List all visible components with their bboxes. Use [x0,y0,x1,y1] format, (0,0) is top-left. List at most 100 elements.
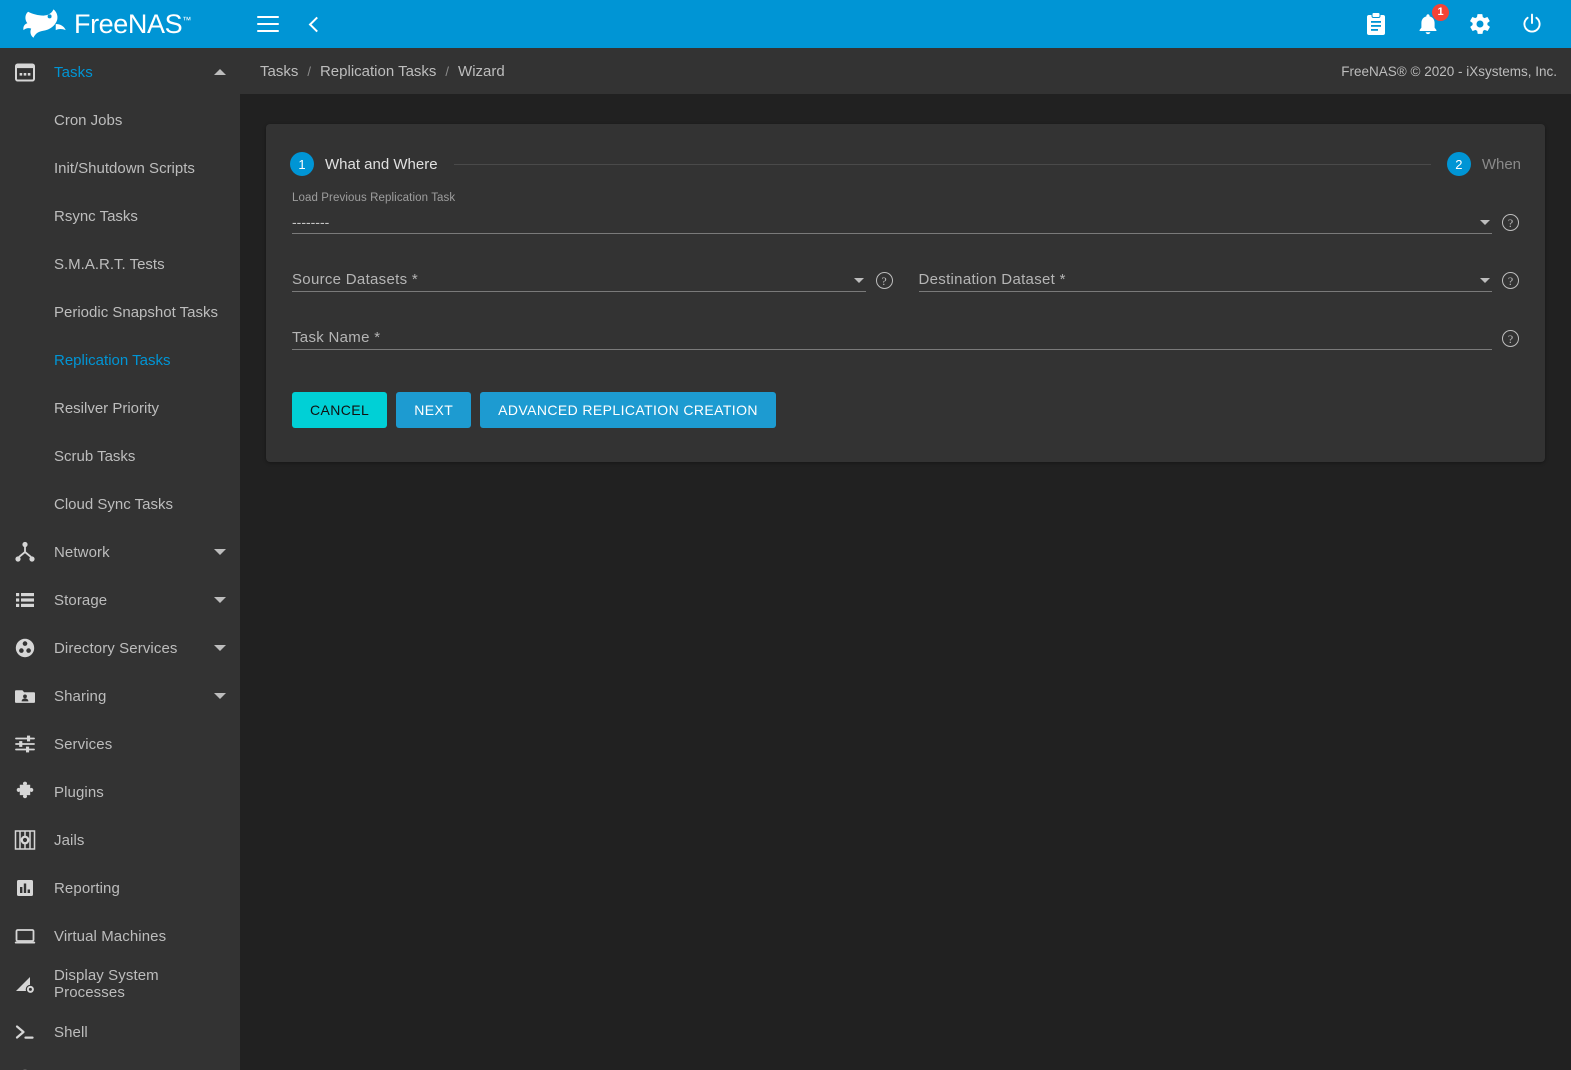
power-button[interactable] [1519,11,1545,37]
sidebar: Tasks Cron Jobs Init/Shutdown Scripts Rs… [0,48,240,1070]
power-icon [1520,12,1544,36]
field-source-datasets: Source Datasets * ? [292,250,893,292]
network-icon [10,537,40,567]
load-previous-select-value[interactable]: -------- [292,210,1492,234]
sidebar-item-label: Storage [54,592,214,609]
sidebar-item-label: Rsync Tasks [54,208,138,225]
help-icon[interactable]: ? [1502,272,1519,289]
breadcrumb-item-wizard: Wizard [458,63,505,80]
sidebar-item-cloud-sync-tasks[interactable]: Cloud Sync Tasks [0,480,240,528]
sidebar-item-resilver-priority[interactable]: Resilver Priority [0,384,240,432]
hamburger-menu-icon [257,16,279,32]
breadcrumb-separator: / [307,64,311,79]
clipboard-icon [1365,12,1387,36]
wizard-step-2[interactable]: 2 When [1447,152,1521,176]
sidebar-item-jails[interactable]: Jails [0,816,240,864]
sidebar-item-directory-services[interactable]: Directory Services [0,624,240,672]
field-line: -------- ? [292,210,1519,234]
sidebar-item-label: Virtual Machines [54,928,226,945]
step-label: What and Where [325,156,438,173]
breadcrumb-item-tasks[interactable]: Tasks [260,63,298,80]
sidebar-item-label: Directory Services [54,640,214,657]
sidebar-item-replication-tasks[interactable]: Replication Tasks [0,336,240,384]
advanced-replication-creation-button[interactable]: ADVANCED REPLICATION CREATION [480,392,776,428]
notification-badge: 1 [1432,4,1449,21]
wizard-step-1[interactable]: 1 What and Where [290,152,438,176]
chevron-down-icon[interactable] [1480,278,1490,283]
breadcrumb-item-replication-tasks[interactable]: Replication Tasks [320,63,436,80]
field-caption: Load Previous Replication Task [292,192,455,204]
wizard-card: 1 What and Where 2 When [266,124,1545,462]
sidebar-item-guide[interactable]: Guide [0,1056,240,1070]
sidebar-item-virtual-machines[interactable]: Virtual Machines [0,912,240,960]
chevron-down-icon [214,597,226,603]
wizard-form: Load Previous Replication Task -------- … [290,176,1521,428]
chevron-down-icon[interactable] [1480,220,1490,225]
display-system-processes-icon [10,969,40,999]
task-name-label[interactable]: Task Name * [292,326,1492,350]
sidebar-item-rsync-tasks[interactable]: Rsync Tasks [0,192,240,240]
brand-name: FreeNAS™ [74,11,191,38]
shell-icon [10,1017,40,1047]
chevron-left-icon [308,16,324,32]
notifications-button[interactable]: 1 [1415,11,1441,37]
next-button[interactable]: NEXT [396,392,471,428]
calendar-icon [10,57,40,87]
jobs-button[interactable] [1363,11,1389,37]
sidebar-item-label: Services [54,736,226,753]
task-name-input-wrap[interactable]: Task Name * [292,326,1492,350]
sidebar-item-network[interactable]: Network [0,528,240,576]
breadcrumb-separator: / [445,64,449,79]
sidebar-item-reporting[interactable]: Reporting [0,864,240,912]
help-icon[interactable]: ? [876,272,893,289]
sidebar-item-label: Scrub Tasks [54,448,135,465]
body-row: Tasks Cron Jobs Init/Shutdown Scripts Rs… [0,48,1571,1070]
destination-dataset-select-wrap[interactable]: Destination Dataset * [919,268,1493,292]
sidebar-collapse-button[interactable] [300,10,328,38]
sidebar-item-plugins[interactable]: Plugins [0,768,240,816]
sidebar-item-services[interactable]: Services [0,720,240,768]
source-datasets-select-wrap[interactable]: Source Datasets * [292,268,866,292]
sidebar-item-cron-jobs[interactable]: Cron Jobs [0,96,240,144]
sidebar-item-shell[interactable]: Shell [0,1008,240,1056]
gear-icon [1468,12,1492,36]
chevron-up-icon [214,69,226,75]
source-datasets-label[interactable]: Source Datasets * [292,268,866,292]
top-bar-left-controls [240,10,328,38]
sidebar-item-label: Plugins [54,784,226,801]
wizard-button-row: CANCEL NEXT ADVANCED REPLICATION CREATIO… [292,392,1519,428]
field-line: Task Name * ? [292,326,1519,350]
sidebar-item-periodic-snapshot-tasks[interactable]: Periodic Snapshot Tasks [0,288,240,336]
brand-logo-area[interactable]: FreeNAS™ [0,0,240,48]
breadcrumb-bar: Tasks / Replication Tasks / Wizard FreeN… [240,48,1571,94]
sidebar-item-display-system-processes[interactable]: Display System Processes [0,960,240,1008]
top-bar: FreeNAS™ [0,0,1571,48]
sidebar-item-label: Resilver Priority [54,400,159,417]
destination-dataset-label[interactable]: Destination Dataset * [919,268,1493,292]
form-row-datasets: Source Datasets * ? Destination Dataset [292,234,1519,292]
form-row-task-name: Task Name * ? [292,292,1519,350]
sidebar-item-storage[interactable]: Storage [0,576,240,624]
freenas-logo-icon [22,7,68,41]
menu-toggle-button[interactable] [254,10,282,38]
sidebar-item-scrub-tasks[interactable]: Scrub Tasks [0,432,240,480]
virtual-machines-icon [10,921,40,951]
help-icon[interactable]: ? [1502,214,1519,231]
settings-button[interactable] [1467,11,1493,37]
load-previous-select-wrap[interactable]: -------- [292,210,1492,234]
field-task-name: Task Name * ? [292,308,1519,350]
chevron-down-icon [214,549,226,555]
help-icon[interactable]: ? [1502,330,1519,347]
chevron-down-icon[interactable] [854,278,864,283]
sidebar-group-label-tasks: Tasks [54,64,214,81]
jails-icon [10,825,40,855]
sidebar-group-tasks[interactable]: Tasks [0,48,240,96]
sidebar-item-label: Cloud Sync Tasks [54,496,173,513]
sidebar-item-label: Network [54,544,214,561]
sidebar-item-sharing[interactable]: Sharing [0,672,240,720]
sidebar-item-init-shutdown-scripts[interactable]: Init/Shutdown Scripts [0,144,240,192]
cancel-button[interactable]: CANCEL [292,392,387,428]
sidebar-item-label: Sharing [54,688,214,705]
sidebar-item-smart-tests[interactable]: S.M.A.R.T. Tests [0,240,240,288]
sidebar-item-label: S.M.A.R.T. Tests [54,256,165,273]
